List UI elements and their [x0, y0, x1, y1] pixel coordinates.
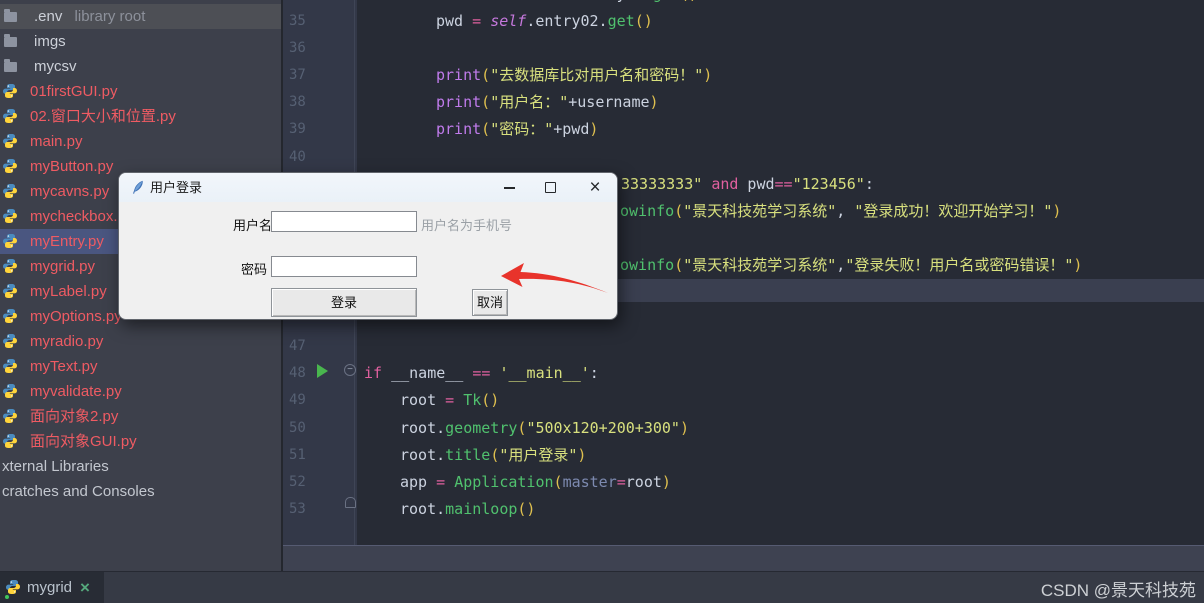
pycharm-window: 35363738394047484950515253 username = se… [0, 0, 1204, 603]
username-input[interactable] [271, 211, 417, 232]
tab-close-icon[interactable]: × [80, 572, 90, 603]
tree-item--2-py[interactable]: 面向对象2.py [0, 404, 281, 429]
tk-feather-icon [133, 180, 143, 194]
dialog-title: 用户登录 [150, 180, 203, 195]
python-icon [3, 184, 17, 198]
python-icon [3, 84, 17, 98]
password-input[interactable] [271, 256, 417, 277]
tree-item-label: myEntry.py [30, 233, 104, 250]
tree-item-label: myOptions.py [30, 308, 122, 325]
tree-item-label: myButton.py [30, 158, 114, 175]
python-icon [3, 284, 17, 298]
tree-item-label: myradio.py [30, 333, 104, 350]
code-line-39[interactable]: print("密码："+pwd) [436, 116, 598, 143]
tree-item--gui-py[interactable]: 面向对象GUI.py [0, 429, 281, 454]
tree-item-label: mycavns.py [30, 183, 110, 200]
editor-bottom-band [283, 546, 1204, 571]
tree-item-main-py[interactable]: main.py [0, 129, 281, 154]
tree-item-label: imgs [34, 33, 66, 50]
tab-label: mygrid [27, 579, 73, 596]
red-annotation-arrow [501, 263, 608, 293]
tree-item-myradio-py[interactable]: myradio.py [0, 329, 281, 354]
tree-item-label: mycsv [34, 58, 77, 75]
tree-item-xternal-libraries[interactable]: xternal Libraries [0, 454, 281, 479]
tree-item-label: myText.py [30, 358, 98, 375]
tree-item-02-py[interactable]: 02.窗口大小和位置.py [0, 104, 281, 129]
tree-item-label: 02.窗口大小和位置.py [30, 108, 176, 125]
tree-item-label: main.py [30, 133, 83, 150]
watermark: CSDN @景天科技苑 [1040, 581, 1196, 600]
dialog-titlebar[interactable]: 用户登录 × [119, 173, 617, 202]
python-icon [3, 409, 17, 423]
tree-item-label: 01firstGUI.py [30, 83, 118, 100]
python-icon [3, 434, 17, 448]
run-icon[interactable] [317, 364, 328, 378]
tree-item-myvalidate-py[interactable]: myvalidate.py [0, 379, 281, 404]
code-line-51[interactable]: root.title("用户登录") [400, 442, 586, 469]
tree-item-suffix: library root [70, 8, 146, 25]
python-icon [3, 334, 17, 348]
code-line-35[interactable]: pwd = self.entry02.get() [436, 8, 653, 35]
code-line-53[interactable]: root.mainloop() [400, 496, 535, 523]
close-icon[interactable]: × [586, 174, 604, 202]
run-tab-mygrid[interactable]: mygrid × [0, 572, 104, 603]
code-line-52[interactable]: app = Application(master=root) [400, 469, 671, 496]
python-icon [3, 384, 17, 398]
username-hint: 用户名为手机号 [421, 218, 513, 233]
tree-item-mytext-py[interactable]: myText.py [0, 354, 281, 379]
tree-item-imgs[interactable]: imgs [0, 29, 281, 54]
python-icon [3, 209, 17, 223]
tree-item-01firstgui-py[interactable]: 01firstGUI.py [0, 79, 281, 104]
code-line-34[interactable]: username = self.entry01.get() [436, 0, 698, 8]
python-icon [3, 109, 17, 123]
tree-item--env[interactable]: .env library root [0, 4, 281, 29]
code-line-37[interactable]: print("去数据库比对用户名和密码！") [436, 62, 712, 89]
python-icon [3, 234, 17, 248]
tree-item-label: 面向对象2.py [30, 408, 119, 425]
python-icon [3, 259, 17, 273]
tree-item-label: 面向对象GUI.py [30, 433, 137, 450]
tree-item-label: cratches and Consoles [2, 483, 155, 500]
folder-icon [4, 34, 17, 47]
python-icon [6, 580, 20, 594]
password-label: 密码 [241, 262, 268, 277]
tree-item-label: .env library root [34, 8, 146, 25]
tree-item-cratches-and-consoles[interactable]: cratches and Consoles [0, 479, 281, 504]
tree-item-label: xternal Libraries [2, 458, 109, 475]
code-line-42[interactable]: owinfo("景天科技苑学习系统", "登录成功！欢迎开始学习！") [620, 198, 1061, 225]
folder-icon [4, 59, 17, 72]
tree-item-label: myLabel.py [30, 283, 107, 300]
run-status-dot [4, 594, 10, 600]
python-icon [3, 159, 17, 173]
code-line-38[interactable]: print("用户名："+username) [436, 89, 659, 116]
code-line-41[interactable]: 33333333" and pwd=="123456": [621, 171, 874, 198]
bottom-tab-strip: mygrid × CSDN @景天科技苑 [0, 571, 1204, 603]
login-button[interactable]: 登录 [271, 288, 417, 317]
tree-item-mycsv[interactable]: mycsv [0, 54, 281, 79]
python-icon [3, 134, 17, 148]
username-label: 用户名 [233, 218, 273, 233]
fold-end-icon[interactable] [345, 497, 356, 508]
code-line-48[interactable]: if __name__ == '__main__': [364, 360, 599, 387]
tree-item-label: myvalidate.py [30, 383, 122, 400]
code-line-50[interactable]: root.geometry("500x120+200+300") [400, 415, 689, 442]
folder-icon [4, 9, 17, 22]
python-icon [3, 359, 17, 373]
code-line-44[interactable]: owinfo("景天科技苑学习系统","登录失败！用户名或密码错误！") [620, 252, 1082, 279]
fold-collapse-icon[interactable]: − [344, 364, 356, 376]
python-icon [3, 309, 17, 323]
minimize-icon[interactable] [504, 187, 515, 189]
tree-item-label: mygrid.py [30, 258, 96, 275]
maximize-icon[interactable] [545, 182, 556, 193]
code-line-49[interactable]: root = Tk() [400, 387, 499, 414]
